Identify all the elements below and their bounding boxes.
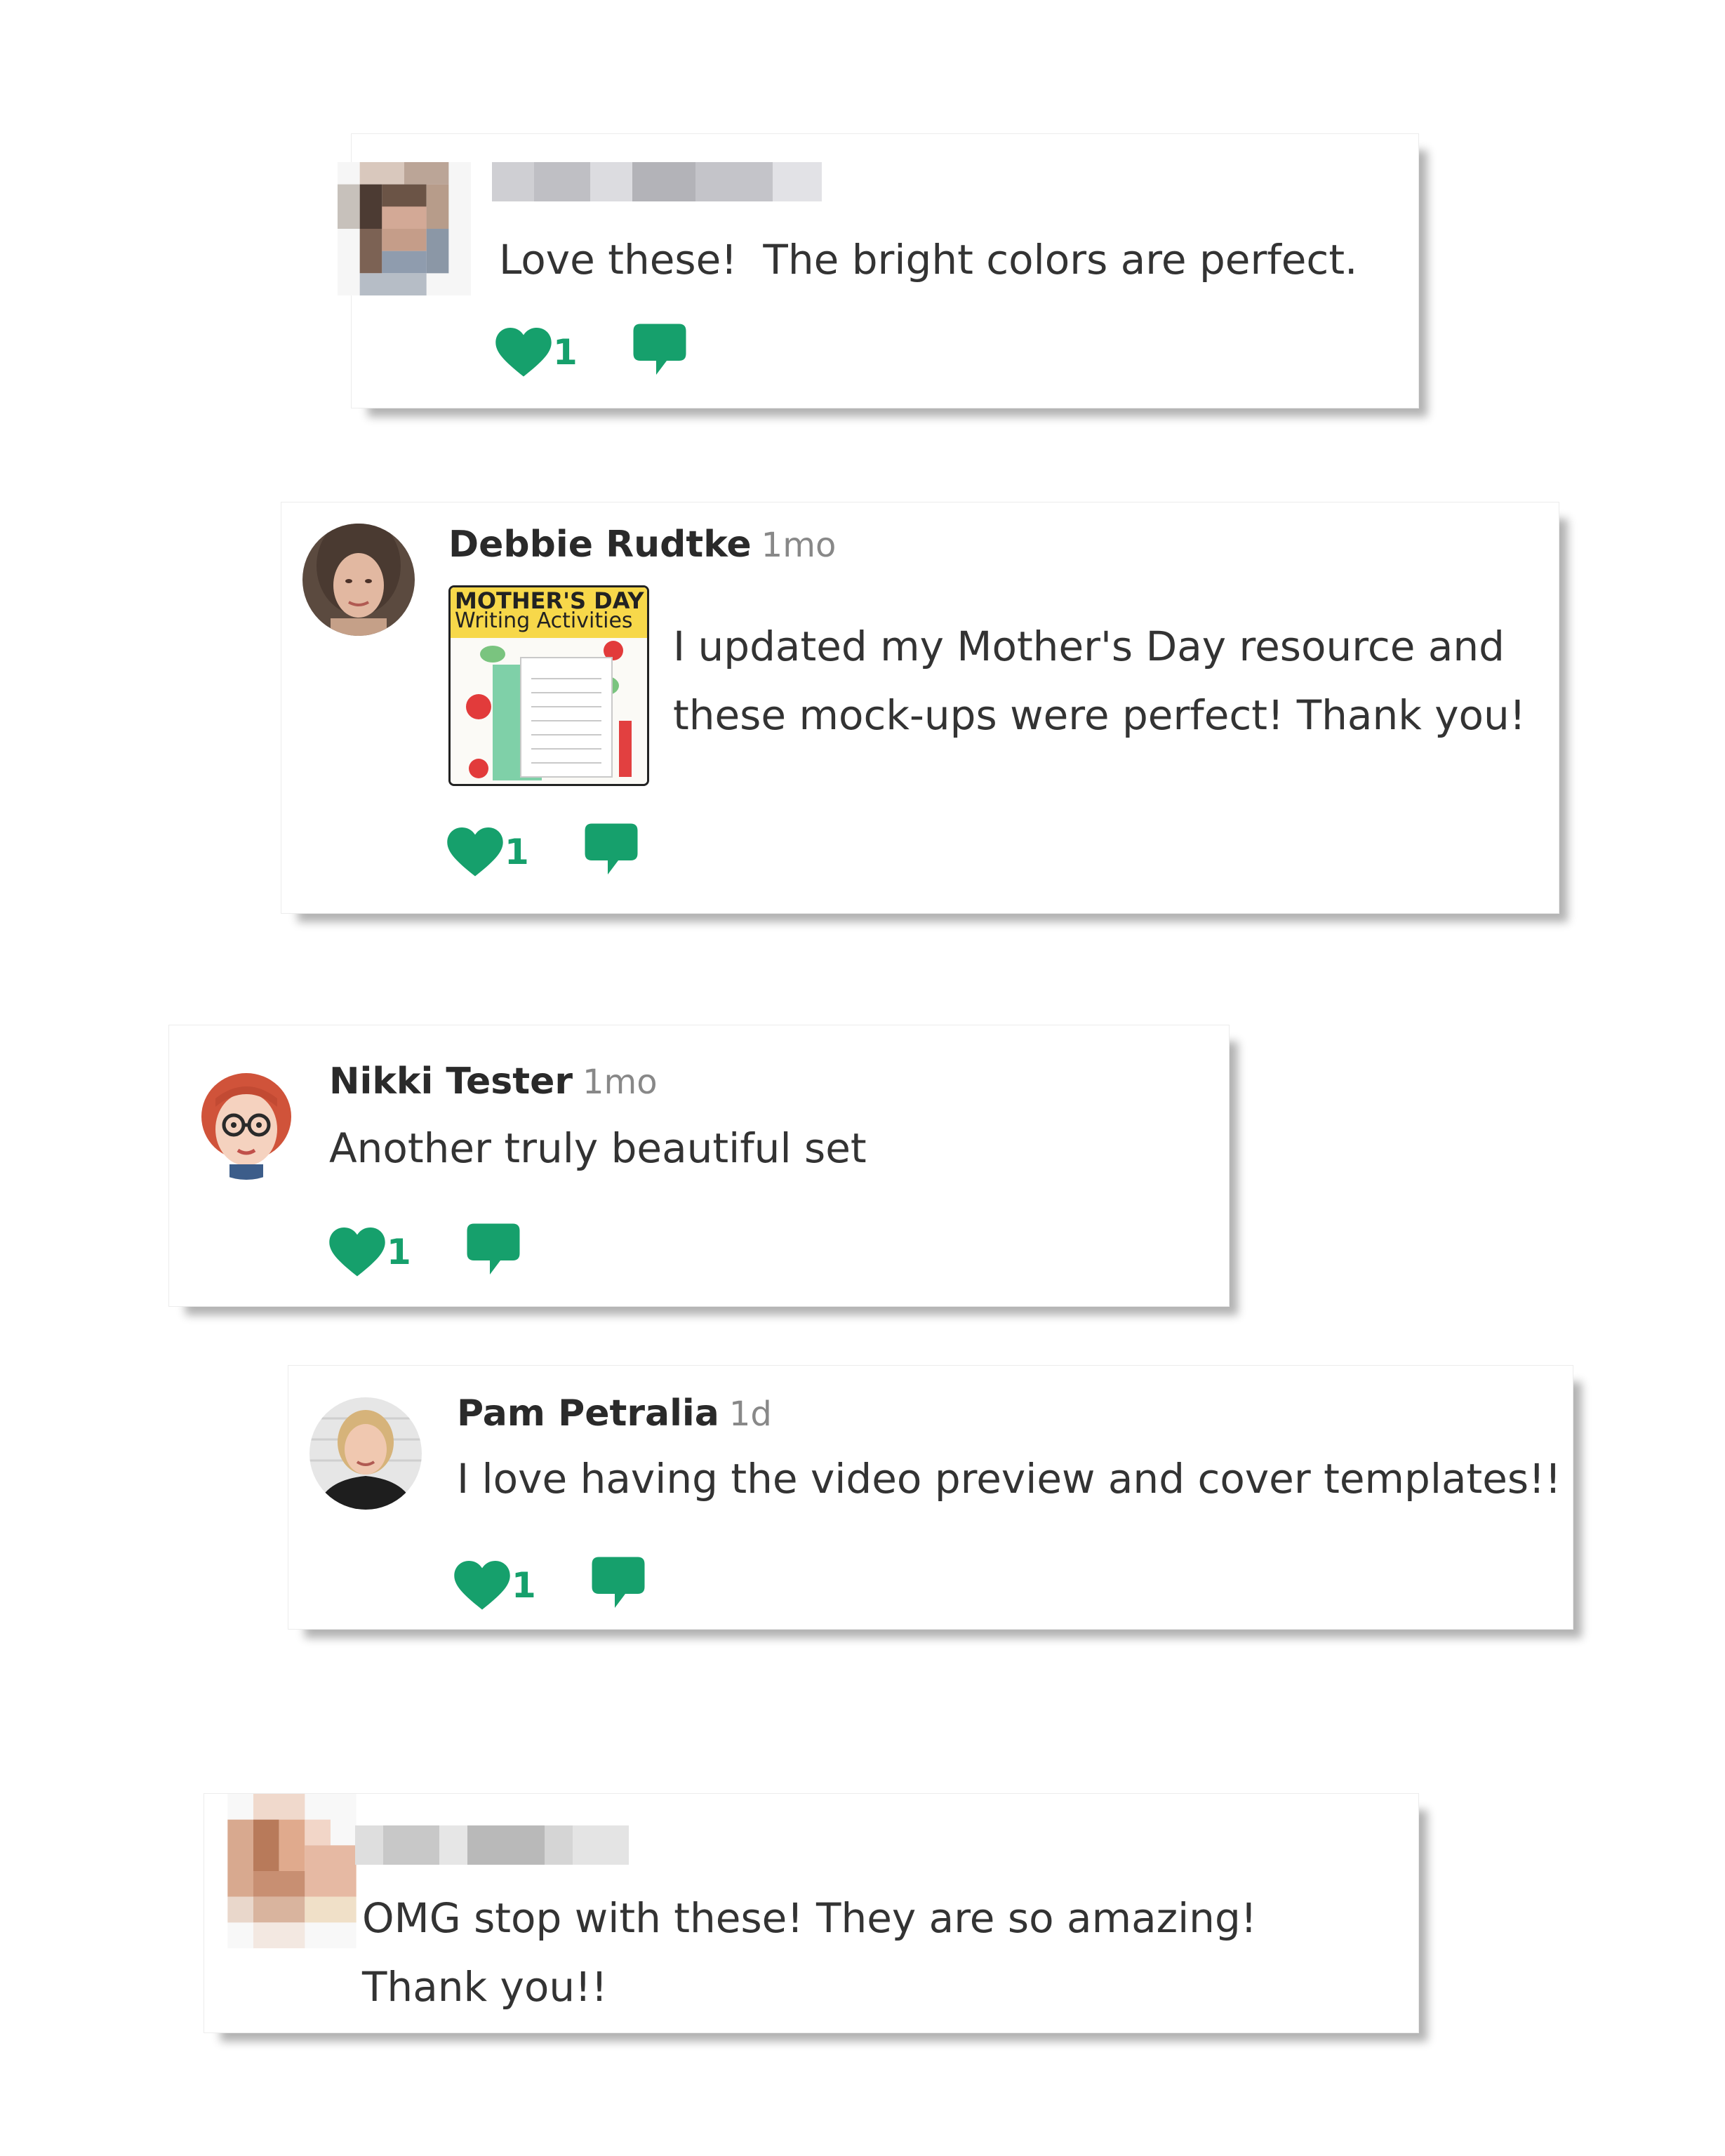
like-count: 1 <box>505 832 529 872</box>
woman-avatar[interactable] <box>302 524 415 636</box>
comment-text: Another truly beautiful set <box>329 1124 867 1172</box>
timestamp: 1d <box>728 1395 772 1434</box>
author-name-text[interactable]: Pam Petralia <box>457 1392 719 1435</box>
comment-actions: 1 <box>495 324 706 384</box>
like-count: 1 <box>512 1565 536 1606</box>
like-count: 1 <box>387 1232 411 1272</box>
comment-text: I updated my Mother's Day resource and t… <box>673 623 1526 739</box>
speech-bubble-icon[interactable] <box>465 1222 521 1278</box>
comment-card: Nikki Tester 1mo Another truly beautiful … <box>168 1025 1230 1307</box>
like-count: 1 <box>553 332 578 373</box>
author-name[interactable]: Nikki Tester 1mo <box>329 1060 658 1103</box>
woman-avatar[interactable] <box>309 1397 422 1510</box>
comment-actions: 1 <box>454 1557 665 1617</box>
author-name-text[interactable]: Debbie Rudtke <box>448 524 752 566</box>
heart-icon[interactable] <box>447 827 503 878</box>
pixelated-username[interactable] <box>492 162 822 201</box>
comment-actions: 1 <box>329 1223 540 1284</box>
cartoon-avatar[interactable] <box>190 1067 302 1180</box>
speech-bubble-icon[interactable] <box>583 822 639 878</box>
author-name-text[interactable]: Nikki Tester <box>329 1060 573 1103</box>
comment-actions: 1 <box>447 823 658 884</box>
speech-bubble-icon[interactable] <box>632 322 688 378</box>
pixelated-username[interactable] <box>355 1825 629 1865</box>
attachment-thumbnail[interactable]: MOTHER'S DAY Writing Activities <box>448 585 649 786</box>
heart-icon[interactable] <box>495 328 552 378</box>
heart-icon[interactable] <box>454 1561 510 1611</box>
pixelated-avatar[interactable] <box>225 1794 359 1948</box>
timestamp: 1mo <box>761 526 837 565</box>
comment-card: Debbie Rudtke 1mo MOTHER'S DAY Writing Ac… <box>281 502 1559 914</box>
author-name[interactable]: Pam Petralia 1d <box>457 1392 772 1435</box>
comment-card: Pam Petralia 1d I love having the video p… <box>288 1365 1573 1630</box>
attachment-title-line2: Writing Activities <box>455 608 633 633</box>
pixelated-avatar[interactable] <box>338 162 471 295</box>
comment-text: Love these! The bright colors are perfec… <box>499 236 1358 284</box>
timestamp: 1mo <box>582 1063 658 1102</box>
comment-card: OMG stop with these! They are so amazing… <box>204 1793 1419 2033</box>
comment-card: Love these! The bright colors are perfec… <box>338 133 1419 408</box>
speech-bubble-icon[interactable] <box>590 1555 646 1611</box>
heart-icon[interactable] <box>329 1227 385 1278</box>
comment-text: OMG stop with these! They are so amazing… <box>362 1894 1258 2011</box>
author-name[interactable]: Debbie Rudtke 1mo <box>448 524 836 566</box>
comment-text: I love having the video preview and cove… <box>457 1455 1561 1503</box>
